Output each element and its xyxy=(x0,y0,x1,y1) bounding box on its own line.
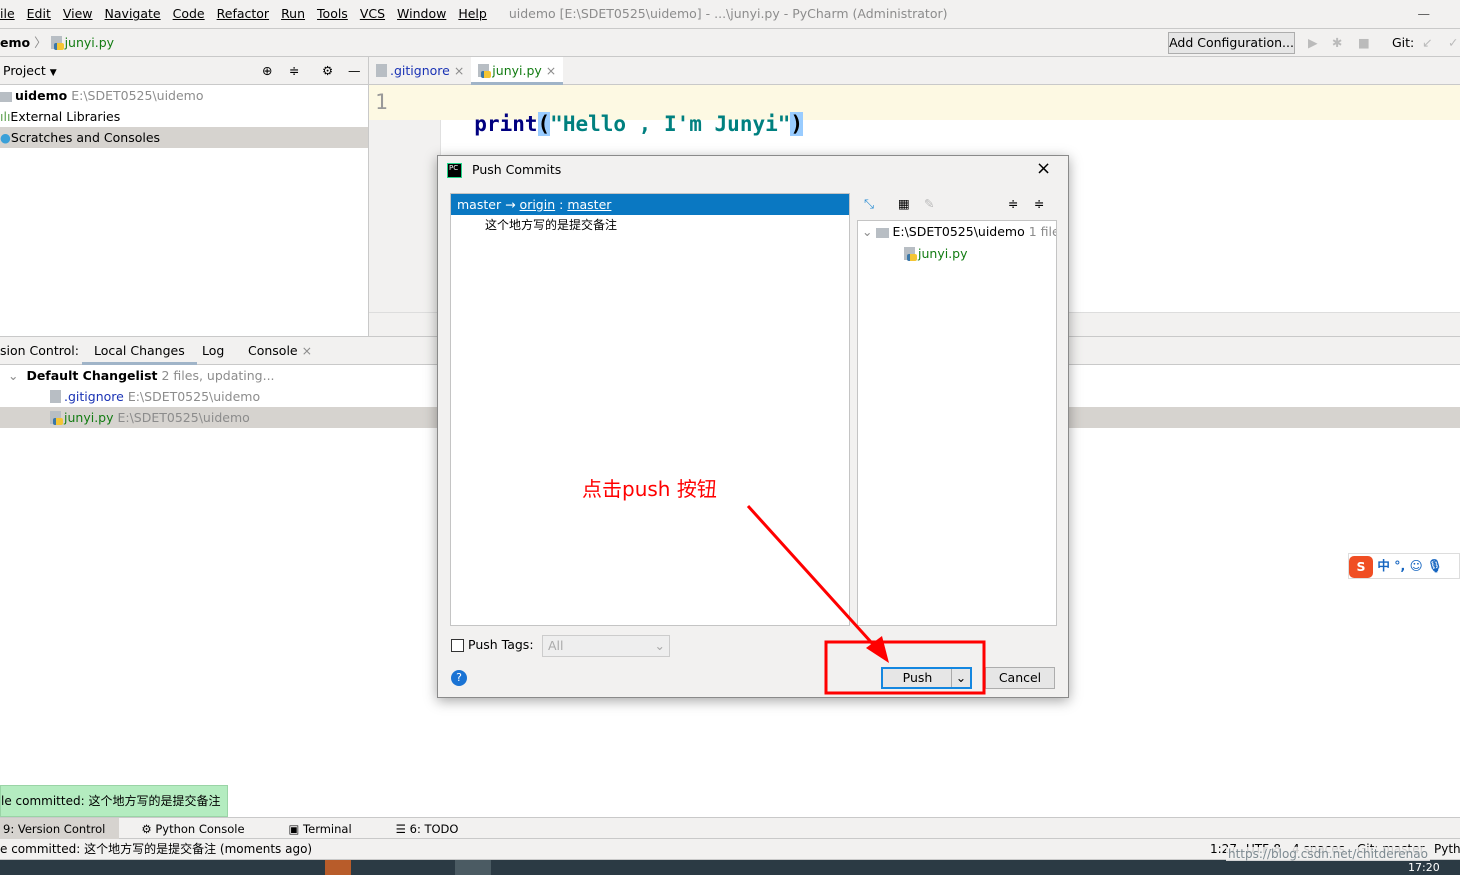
taskbar-app-icon[interactable] xyxy=(325,860,351,875)
toolwindow-terminal[interactable]: ▣ Terminal xyxy=(289,822,374,836)
highlight-box xyxy=(824,640,986,695)
interpreter[interactable]: Pytho xyxy=(1434,839,1460,860)
toolwindow-version-control[interactable]: 9: Version Control xyxy=(0,818,120,840)
status-message[interactable]: e committed: 这个地方写的是提交备注 (moments ago) xyxy=(0,842,312,856)
toolwindow-python-console[interactable]: ⚙ Python Console xyxy=(141,822,266,836)
tool-window-bar: 9: Version Control ⚙ Python Console ▣ Term… xyxy=(0,817,1460,840)
taskbar: 17:20 xyxy=(0,860,1460,875)
watermark: https://blog.csdn.net/chitderenao xyxy=(1226,847,1430,861)
annotation-arrow xyxy=(746,504,986,695)
arrow-line xyxy=(746,504,882,654)
clock[interactable]: 17:20 xyxy=(1408,861,1440,874)
taskbar-pycharm-icon[interactable] xyxy=(455,860,491,875)
toolwindow-todo[interactable]: ☰ 6: TODO xyxy=(396,822,481,836)
notification-balloon[interactable]: le committed: 这个地方写的是提交备注 xyxy=(0,785,228,817)
